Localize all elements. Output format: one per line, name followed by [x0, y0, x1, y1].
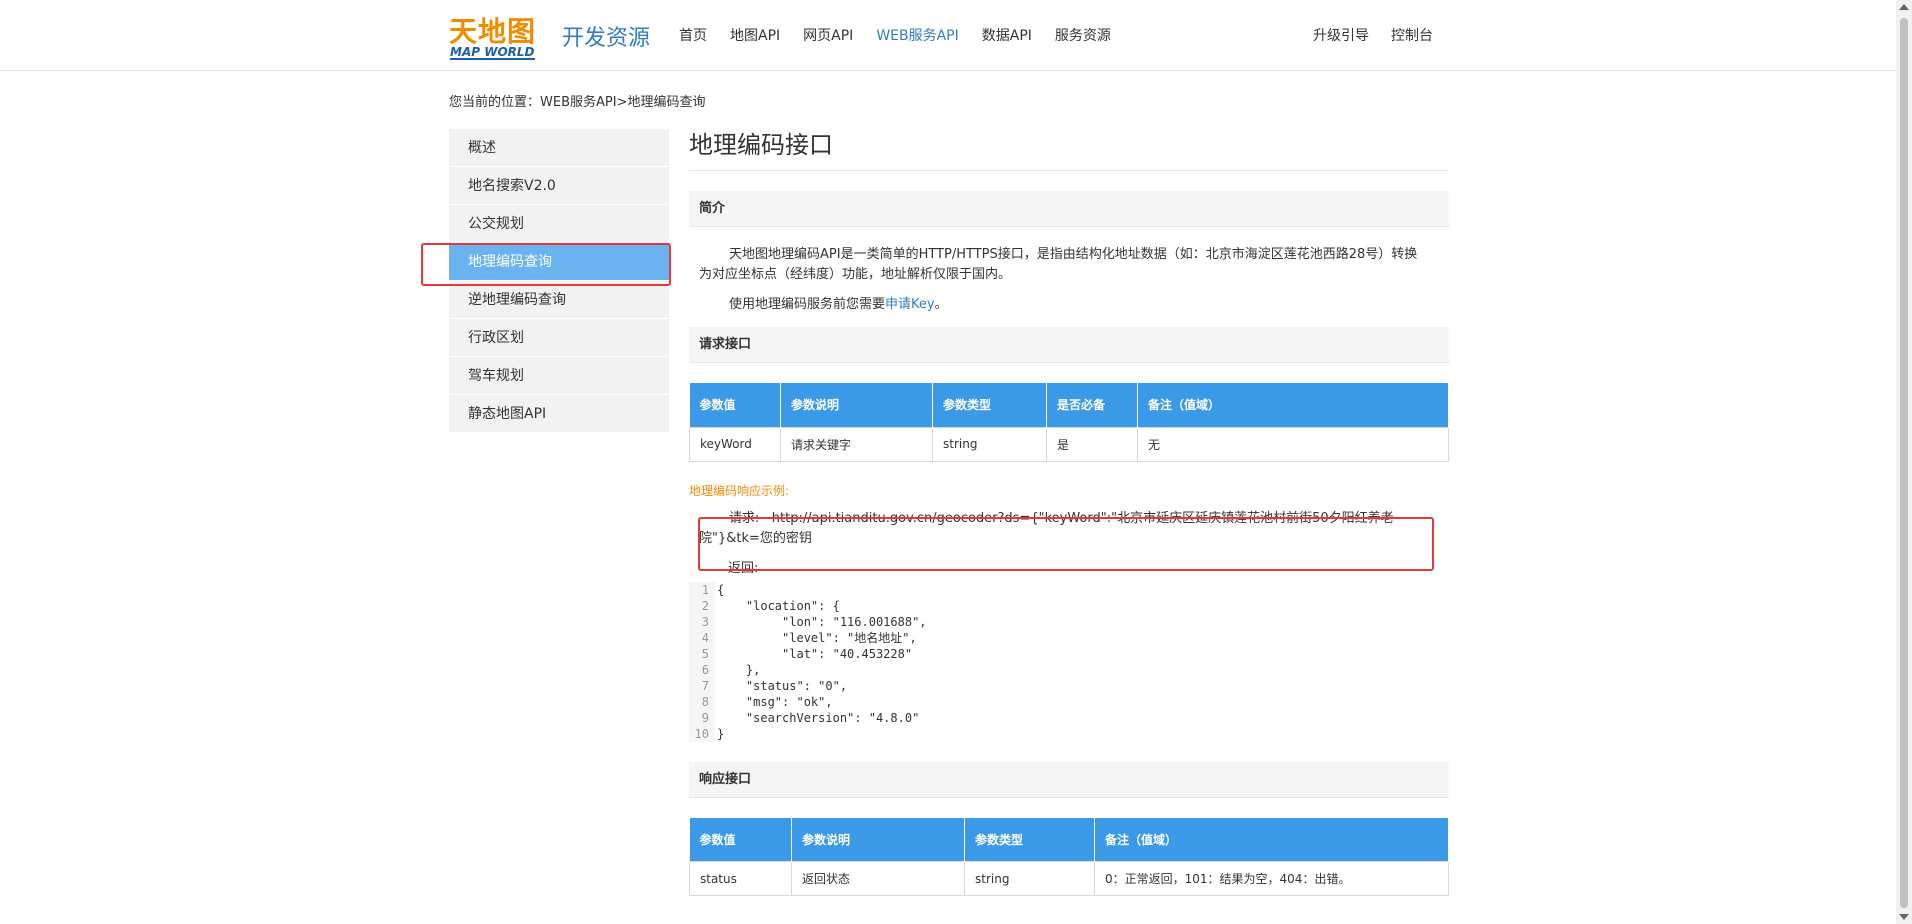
- code-line: 9 "searchVersion": "4.8.0": [689, 709, 1449, 726]
- code-line-number: 5: [689, 645, 715, 662]
- code-line-text: }: [717, 726, 725, 741]
- nav-web-api[interactable]: 网页API: [803, 25, 853, 45]
- sidebar-item-administrative-division[interactable]: 行政区划: [449, 319, 669, 357]
- table-cell: string: [964, 861, 1095, 896]
- request-params-table: 参数值 参数说明 参数类型 是否必备 备注（值域） keyWord 请求关键字 …: [689, 383, 1449, 462]
- table-row: keyWord 请求关键字 string 是 无: [689, 426, 1449, 462]
- code-line-number: 1: [689, 581, 715, 598]
- sidebar-item-reverse-geocoding[interactable]: 逆地理编码查询: [449, 281, 669, 319]
- site-title[interactable]: 开发资源: [562, 20, 650, 52]
- nav-data-api[interactable]: 数据API: [982, 25, 1032, 45]
- code-line-number: 3: [689, 613, 715, 630]
- sidebar-item-driving-planning[interactable]: 驾车规划: [449, 357, 669, 395]
- intro-key-paragraph: 使用地理编码服务前您需要申请Key。: [689, 295, 1449, 315]
- page-title: 地理编码接口: [689, 129, 1449, 171]
- table-cell: status: [689, 861, 792, 896]
- code-line-number: 10: [689, 725, 715, 742]
- table-cell: 返回状态: [791, 861, 965, 896]
- code-line-number: 7: [689, 677, 715, 694]
- sidebar-highlight-box: [421, 243, 671, 286]
- table-header: 参数值: [689, 817, 792, 862]
- code-line-text: "level": "地名地址",: [717, 630, 917, 645]
- nav-map-api[interactable]: 地图API: [730, 25, 780, 45]
- tianditu-logo[interactable]: 天地图 MAP WORLD: [449, 10, 542, 62]
- code-line-number: 4: [689, 629, 715, 646]
- code-line-text: "lat": "40.453228": [717, 646, 913, 661]
- table-header: 参数值: [689, 383, 781, 427]
- intro-key-prefix: 使用地理编码服务前您需要: [729, 297, 886, 312]
- table-header: 参数说明: [791, 817, 965, 862]
- code-line: 10}: [689, 725, 1449, 742]
- response-code-block: 1{2 "location": {3 "lon": "116.001688", 4…: [689, 581, 1449, 742]
- nav-home[interactable]: 首页: [679, 25, 707, 45]
- main-content: 地理编码接口 简介 天地图地理编码API是一类简单的HTTP/HTTPS接口，是…: [689, 129, 1449, 896]
- intro-key-suffix: 。: [934, 297, 948, 312]
- table-cell: 0：正常返回，101：结果为空，404：出错。: [1094, 861, 1449, 896]
- sidebar-item-transit-planning[interactable]: 公交规划: [449, 205, 669, 243]
- nav-web-service-api[interactable]: WEB服务API: [876, 25, 958, 45]
- code-line-number: 2: [689, 597, 715, 614]
- scroll-down-icon[interactable]: [1899, 914, 1909, 920]
- table-header: 是否必备: [1046, 383, 1138, 427]
- code-line-text: "status": "0",: [717, 678, 848, 693]
- table-header: 参数说明: [780, 383, 933, 427]
- code-line-text: },: [717, 662, 761, 677]
- sidebar-item-static-map-api[interactable]: 静态地图API: [449, 395, 669, 433]
- code-line: 4 "level": "地名地址",: [689, 629, 1449, 646]
- section-response-heading: 响应接口: [689, 761, 1449, 798]
- logo-chinese-text: 天地图: [449, 15, 537, 48]
- table-header: 备注（值域）: [1094, 817, 1449, 862]
- code-line: 2 "location": {: [689, 597, 1449, 614]
- table-header: 参数类型: [964, 817, 1095, 862]
- table-cell: 请求关键字: [780, 426, 933, 462]
- code-line: 7 "status": "0",: [689, 677, 1449, 694]
- code-line: 6 },: [689, 661, 1449, 678]
- code-line-number: 9: [689, 709, 715, 726]
- example-title: 地理编码响应示例:: [689, 483, 790, 498]
- response-params-table: 参数值 参数说明 参数类型 备注（值域） status 返回状态 string …: [689, 817, 1449, 896]
- section-request-heading: 请求接口: [689, 327, 1449, 363]
- page-scrollbar[interactable]: [1896, 0, 1912, 924]
- code-line: 8 "msg": "ok",: [689, 693, 1449, 710]
- code-line-text: "lon": "116.001688",: [717, 614, 927, 629]
- code-line: 5 "lat": "40.453228": [689, 645, 1449, 662]
- table-cell: string: [932, 426, 1047, 462]
- code-line-text: "msg": "ok",: [717, 694, 833, 709]
- scrollbar-thumb[interactable]: [1900, 18, 1908, 908]
- intro-paragraph: 天地图地理编码API是一类简单的HTTP/HTTPS接口，是指由结构化地址数据（…: [699, 247, 1418, 282]
- code-line-text: "searchVersion": "4.8.0": [717, 710, 920, 725]
- code-line-text: {: [717, 582, 725, 597]
- nav-upgrade-guide[interactable]: 升级引导: [1313, 25, 1369, 45]
- section-intro-heading: 简介: [689, 191, 1449, 227]
- table-cell: keyWord: [689, 426, 781, 462]
- table-row: status 返回状态 string 0：正常返回，101：结果为空，404：出…: [689, 861, 1449, 896]
- nav-service-resources[interactable]: 服务资源: [1055, 25, 1111, 45]
- table-header: 参数类型: [932, 383, 1047, 427]
- scroll-up-icon[interactable]: [1899, 4, 1909, 10]
- table-cell: 是: [1046, 426, 1138, 462]
- top-header: 天地图 MAP WORLD 开发资源 首页 地图API 网页API WEB服务A…: [0, 0, 1896, 71]
- code-line-text: "location": {: [717, 598, 840, 613]
- code-line-number: 8: [689, 693, 715, 710]
- code-line: 3 "lon": "116.001688",: [689, 613, 1449, 630]
- table-cell: 无: [1137, 426, 1449, 462]
- request-highlight-box: [698, 517, 1434, 571]
- sidebar-item-place-search[interactable]: 地名搜索V2.0: [449, 167, 669, 205]
- nav-right: 升级引导 控制台: [1313, 25, 1433, 45]
- table-header: 备注（值域）: [1137, 383, 1449, 427]
- sidebar-item-overview[interactable]: 概述: [449, 129, 669, 167]
- main-nav: 首页 地图API 网页API WEB服务API 数据API 服务资源: [679, 25, 1134, 45]
- apply-key-link[interactable]: 申请Key: [885, 297, 935, 312]
- breadcrumb: 您当前的位置：WEB服务API>地理编码查询: [449, 95, 706, 110]
- logo-english-text: MAP WORLD: [450, 45, 535, 60]
- code-line: 1{: [689, 581, 1449, 598]
- code-line-number: 6: [689, 661, 715, 678]
- nav-console[interactable]: 控制台: [1391, 25, 1433, 45]
